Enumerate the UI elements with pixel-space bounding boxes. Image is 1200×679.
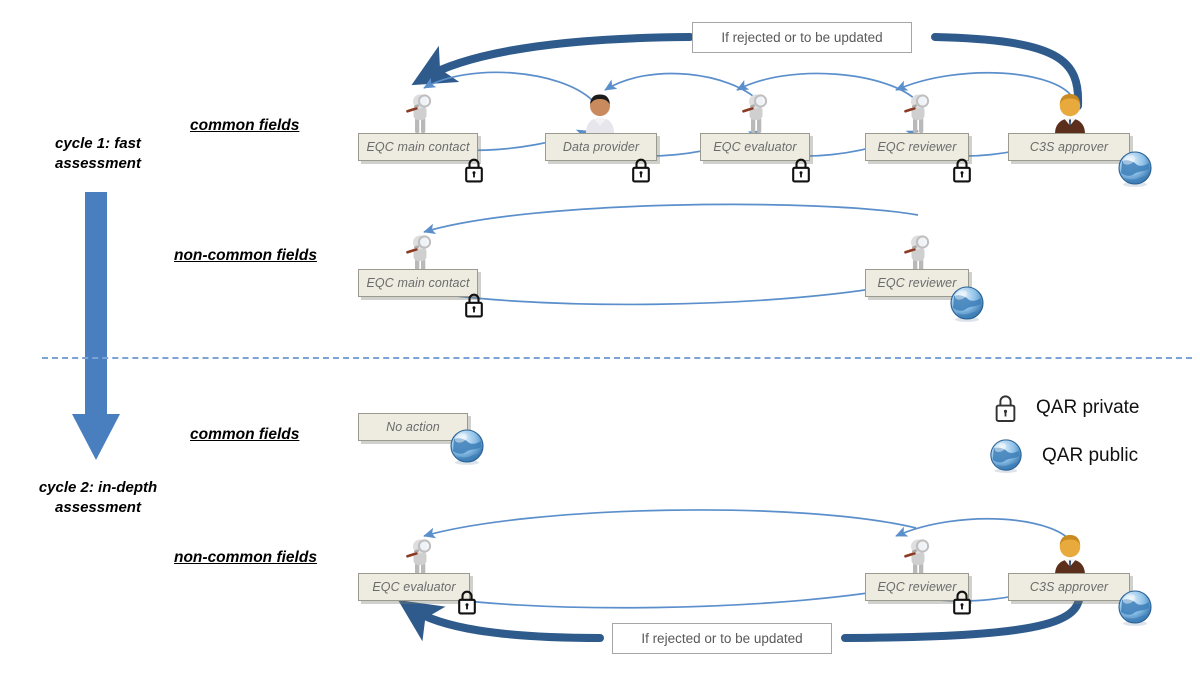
row-label-cycle1-noncommon: non-common fields: [174, 247, 317, 264]
globe-icon: [990, 439, 1022, 473]
approver-avatar: [1055, 94, 1085, 138]
lock-icon: [953, 158, 971, 183]
globe-icon: [1118, 151, 1152, 187]
legend-item-qar-public: QAR public: [988, 438, 1138, 474]
role-label: Data provider: [562, 140, 640, 154]
cycle-label-1: cycle 1: fast assessment: [0, 134, 196, 175]
cycle-label-2: cycle 2: in-depth assessment: [0, 478, 196, 519]
legend-label-qar-private: QAR private: [1036, 396, 1140, 418]
role-label: C3S approver: [1029, 580, 1109, 594]
note-top-label: If rejected or to be updated: [721, 30, 883, 45]
role-label: No action: [386, 420, 440, 434]
row-label-cycle2-common: common fields: [190, 426, 300, 443]
cycle-progression-arrow: [72, 192, 120, 460]
role-label: EQC evaluator: [372, 580, 456, 594]
role-label: EQC reviewer: [877, 580, 957, 594]
role-label: EQC reviewer: [877, 276, 957, 290]
row-label-cycle2-noncommon: non-common fields: [174, 549, 317, 566]
lock-icon: [465, 158, 483, 183]
cycle2-noncommon-flow-arrows: [403, 509, 1075, 609]
cycle1-noncommon-arcs: [403, 203, 921, 306]
role-label: EQC evaluator: [713, 140, 797, 154]
role-box-c1c-1[interactable]: EQC main contact: [358, 133, 478, 161]
inspector-avatar: [406, 94, 432, 138]
legend-item-qar-private: QAR private: [993, 392, 1139, 423]
globe-icon: [1118, 590, 1152, 626]
lock-icon: [632, 158, 650, 183]
role-label: C3S approver: [1029, 140, 1109, 154]
globe-icon: [950, 286, 984, 322]
cycle-label-2-line2: assessment: [55, 499, 141, 517]
legend-label-qar-public: QAR public: [1042, 445, 1139, 466]
lock-icon: [792, 158, 810, 183]
lock-icon: [465, 293, 483, 318]
role-box-c1c-5[interactable]: C3S approver: [1008, 133, 1130, 161]
role-box-c2n-3[interactable]: C3S approver: [1008, 573, 1130, 601]
globe-icon: [450, 429, 484, 465]
data-provider-avatar: [586, 94, 614, 138]
cycle-label-2-line1: cycle 2: in-depth: [38, 479, 158, 496]
cycle-label-1-line2: assessment: [55, 155, 141, 173]
lock-icon: [953, 590, 971, 615]
role-label: EQC reviewer: [877, 140, 957, 154]
note-bottom-label: If rejected or to be updated: [641, 631, 803, 646]
note-if-rejected-top: If rejected or to be updated: [692, 22, 912, 53]
inspector-avatar: [742, 94, 768, 138]
role-label: EQC main contact: [366, 140, 470, 154]
diagram-canvas: If rejected or to be updated If rejected…: [0, 0, 1200, 679]
role-label: EQC main contact: [366, 276, 470, 290]
row-label-cycle1-common: common fields: [190, 117, 300, 134]
cycle-divider: [42, 357, 1192, 359]
note-if-rejected-bottom: If rejected or to be updated: [612, 623, 832, 654]
lock-icon: [995, 395, 1016, 422]
inspector-avatar: [904, 94, 930, 138]
lock-icon: [458, 590, 476, 615]
cycle-label-1-line1: cycle 1: fast: [55, 135, 141, 152]
role-box-c2n-1[interactable]: EQC evaluator: [358, 573, 470, 601]
role-box-c1n-1[interactable]: EQC main contact: [358, 269, 478, 297]
